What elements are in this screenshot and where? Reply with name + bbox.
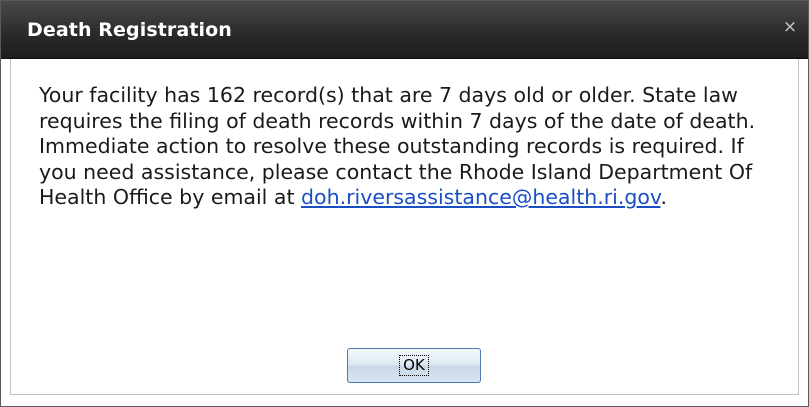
- dialog-message: Your facility has 162 record(s) that are…: [39, 83, 779, 211]
- ok-button[interactable]: OK: [347, 348, 481, 383]
- close-icon[interactable]: ×: [782, 19, 798, 36]
- death-registration-dialog: Death Registration × Your facility has 1…: [0, 0, 809, 407]
- dialog-body: Your facility has 162 record(s) that are…: [10, 59, 799, 395]
- dialog-titlebar: Death Registration ×: [1, 1, 808, 59]
- message-end: .: [660, 185, 668, 209]
- ok-button-label: OK: [399, 355, 429, 376]
- dialog-title: Death Registration: [27, 19, 232, 41]
- email-link[interactable]: doh.riversassistance@health.ri.gov: [301, 185, 660, 209]
